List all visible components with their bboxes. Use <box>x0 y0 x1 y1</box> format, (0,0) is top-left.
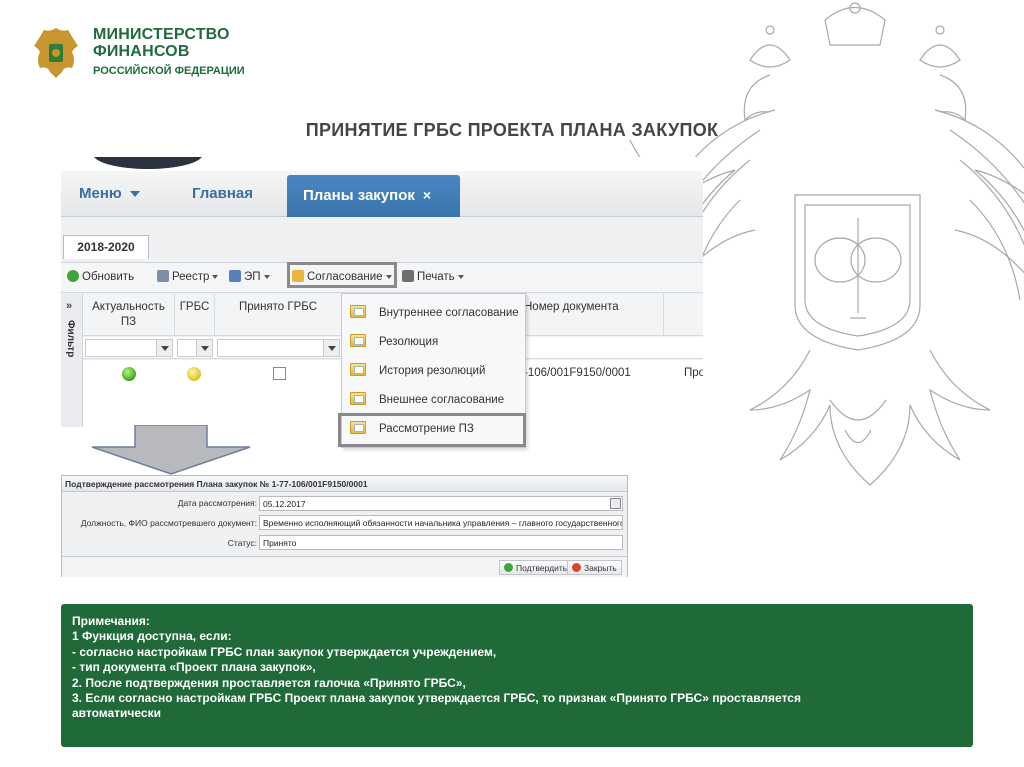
print-button[interactable]: Печать <box>402 270 464 283</box>
status-label: Статус: <box>227 538 257 548</box>
filter-grbs[interactable] <box>177 339 213 357</box>
notes-line: автоматически <box>72 706 161 721</box>
accepted-grbs-checkbox[interactable] <box>273 367 286 380</box>
menu-item-resolution[interactable]: Резолюция <box>342 327 525 356</box>
app-header-strip <box>61 157 703 171</box>
registry-button[interactable]: Реестр <box>157 270 219 283</box>
chevron-down-icon[interactable] <box>323 340 339 356</box>
dialog-footer: Подтвердить Закрыть <box>62 556 627 577</box>
ep-button[interactable]: ЭП <box>229 270 270 283</box>
confirm-button[interactable]: Подтвердить <box>499 560 573 575</box>
notes-line: Примечания: <box>72 614 150 628</box>
chevron-down-icon <box>457 274 464 279</box>
review-date-value: 05.12.2017 <box>263 499 306 509</box>
folder-icon <box>350 392 366 405</box>
position-label: Должность, ФИО рассмотревшего документ: <box>80 518 257 528</box>
ministry-line-2: ФИНАНСОВ <box>93 43 190 60</box>
nav-menu[interactable]: Меню <box>79 185 140 202</box>
status-value: Принято <box>263 538 297 548</box>
filter-accepted-grbs[interactable] <box>217 339 340 357</box>
notes-line: - согласно настройкам ГРБС план закупок … <box>72 644 497 659</box>
menu-item-label: Резолюция <box>379 336 439 348</box>
column-grbs[interactable]: ГРБС <box>175 294 215 336</box>
expand-icon[interactable]: » <box>66 300 72 312</box>
tab-year[interactable]: 2018-2020 <box>63 235 149 259</box>
registry-icon <box>157 270 169 282</box>
confirm-label: Подтвердить <box>516 563 568 573</box>
close-label: Закрыть <box>584 563 617 573</box>
tab-purchase-plans-label: Планы закупок <box>303 187 415 204</box>
review-date-field[interactable]: 05.12.2017 <box>259 496 623 511</box>
close-icon <box>572 563 581 572</box>
ministry-line-1: МИНИСТЕРСТВО <box>93 26 230 43</box>
chevron-down-icon[interactable] <box>156 340 172 356</box>
status-green-icon <box>122 367 136 381</box>
refresh-button[interactable]: Обновить <box>67 270 134 283</box>
close-button[interactable]: Закрыть <box>567 560 622 575</box>
slide-title: ПРИНЯТИЕ ГРБС ПРОЕКТА ПЛАНА ЗАКУПОК <box>0 120 1024 141</box>
filter-relevance[interactable] <box>85 339 173 357</box>
doc-number-cell: -106/001F9150/0001 <box>524 367 631 379</box>
dialog-title: Подтверждение рассмотрения Плана закупок… <box>62 476 627 492</box>
ep-label: ЭП <box>244 271 261 283</box>
app-logo-fragment <box>93 157 203 169</box>
arrow-down-icon <box>91 425 251 475</box>
menu-item-internal-approval[interactable]: Внутреннее согласование <box>342 298 525 327</box>
print-label: Печать <box>417 271 455 283</box>
menu-item-resolution-history[interactable]: История резолюций <box>342 356 525 385</box>
menu-item-label: Внутреннее согласование <box>379 307 519 319</box>
status-field[interactable]: Принято <box>259 535 623 550</box>
main-navbar: Меню Главная Планы закупок × <box>61 171 703 217</box>
tab-purchase-plans[interactable]: Планы закупок × <box>287 175 460 217</box>
slide: МИНИСТЕРСТВО ФИНАНСОВ РОССИЙСКОЙ ФЕДЕРАЦ… <box>0 0 1024 767</box>
refresh-label: Обновить <box>82 271 135 283</box>
folder-icon <box>350 334 366 347</box>
folder-icon <box>350 363 366 376</box>
signature-icon <box>229 270 241 282</box>
ministry-line-3: РОССИЙСКОЙ ФЕДЕРАЦИИ <box>93 65 245 77</box>
approval-highlight <box>287 262 397 288</box>
plan-review-highlight <box>338 413 526 447</box>
notes-line: - тип документа «Проект плана закупок», <box>72 660 316 675</box>
menu-item-label: История резолюций <box>379 365 486 377</box>
filter-label: Фильтр <box>65 320 76 358</box>
registry-label: Реестр <box>172 271 210 283</box>
column-accepted-grbs[interactable]: Принято ГРБС <box>215 294 342 336</box>
reviewer-position-value: Временно исполняющий обязанности начальн… <box>263 518 623 528</box>
close-icon[interactable]: × <box>423 187 431 203</box>
nav-menu-label: Меню <box>79 185 122 202</box>
column-relevance[interactable]: Актуальность ПЗ <box>83 294 175 336</box>
notes-line: 1 Функция доступна, если: <box>72 629 232 644</box>
slide-title-text: ПРИНЯТИЕ ГРБС ПРОЕКТА ПЛАНА ЗАКУПОК <box>305 120 719 140</box>
chevron-down-icon <box>212 274 219 279</box>
refresh-icon <box>67 270 79 282</box>
check-icon <box>504 563 513 572</box>
notes-line: 2. После подтверждения проставляется гал… <box>72 675 466 690</box>
calendar-icon[interactable] <box>610 498 621 509</box>
filter-side-panel[interactable]: » Фильтр <box>61 294 83 427</box>
chevron-down-icon[interactable] <box>196 340 212 356</box>
date-label: Дата рассмотрения: <box>177 498 257 508</box>
subtabs-bar: 2018-2020 <box>61 217 703 263</box>
chevron-down-icon <box>129 191 140 198</box>
folder-icon <box>350 305 366 318</box>
review-confirmation-dialog: Подтверждение рассмотрения Плана закупок… <box>61 475 628 577</box>
chevron-down-icon <box>263 274 270 279</box>
printer-icon <box>402 270 414 282</box>
menu-item-label: Внешнее согласование <box>379 394 505 406</box>
ministry-emblem-icon <box>34 28 78 78</box>
notes-line: 3. Если согласно настройкам ГРБС Проект … <box>72 691 801 706</box>
status-yellow-icon <box>187 367 201 381</box>
ministry-name: МИНИСТЕРСТВО ФИНАНСОВ РОССИЙСКОЙ ФЕДЕРАЦ… <box>93 26 245 79</box>
nav-home[interactable]: Главная <box>192 185 253 202</box>
notes-box: Примечания: 1 Функция доступна, если: - … <box>61 604 973 747</box>
menu-item-external-approval[interactable]: Внешнее согласование <box>342 385 525 414</box>
column-extra[interactable] <box>664 294 703 336</box>
reviewer-position-field[interactable]: Временно исполняющий обязанности начальн… <box>259 515 623 530</box>
extra-cell: Про <box>684 367 703 379</box>
